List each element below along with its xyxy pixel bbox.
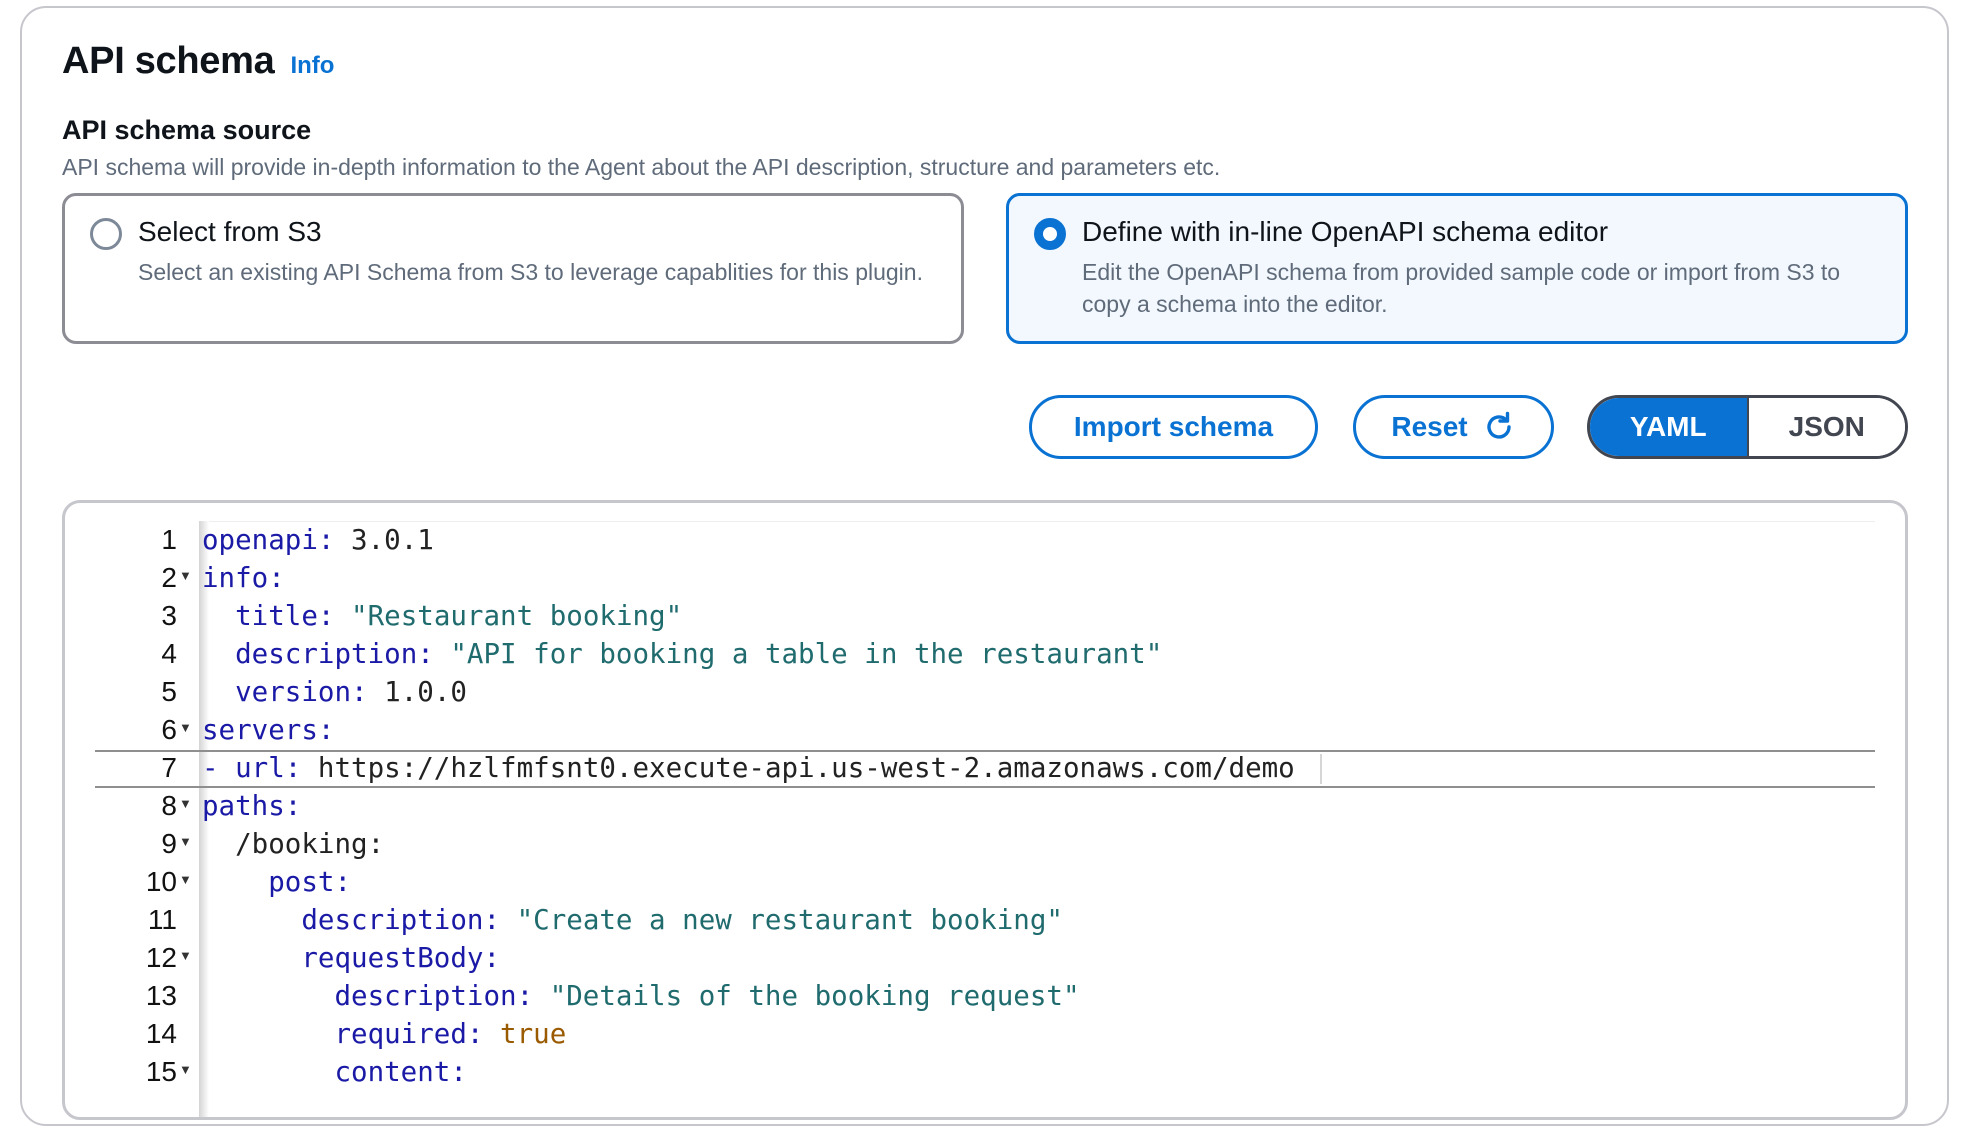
code-text: description: "Details of the booking req… [334, 980, 1080, 1012]
fold-toggle-icon[interactable]: ▼ [179, 939, 192, 973]
code-text: description: "API for booking a table in… [235, 638, 1163, 670]
option-label: Select from S3 [138, 216, 322, 247]
line-number: 15 [145, 1056, 177, 1087]
page-title: API schema [62, 40, 275, 82]
code-line[interactable]: 9 ▼ /booking: [65, 825, 1865, 863]
code-line[interactable]: 2 ▼ info: [65, 559, 1865, 597]
schema-source-description: API schema will provide in-depth informa… [62, 154, 1221, 180]
line-number: 5 [161, 676, 177, 707]
code-text: content: [334, 1056, 467, 1088]
line-number: 7 [161, 752, 177, 783]
line-number: 8 [161, 790, 177, 821]
option-inline-editor[interactable]: Define with in-line OpenAPI schema edito… [1006, 193, 1908, 344]
line-number: 6 [161, 714, 177, 745]
option-description: Edit the OpenAPI schema from provided sa… [1082, 259, 1841, 317]
option-description: Select an existing API Schema from S3 to… [138, 259, 923, 285]
code-text: openapi: 3.0.1 [202, 524, 434, 556]
radio-button-inline[interactable] [1034, 218, 1066, 250]
code-editor[interactable]: 1 openapi: 3.0.1 2 ▼ info: 3 title: "Restaura… [62, 500, 1908, 1120]
line-number: 10 [145, 866, 177, 897]
import-schema-button[interactable]: Import schema [1029, 395, 1318, 459]
info-link[interactable]: Info [290, 52, 334, 80]
code-line[interactable]: 10 ▼ post: [65, 863, 1865, 901]
option-label: Define with in-line OpenAPI schema edito… [1082, 216, 1609, 247]
fold-toggle-icon[interactable]: ▼ [179, 825, 192, 859]
code-text: description: "Create a new restaurant bo… [301, 904, 1063, 936]
fold-toggle-icon[interactable]: ▼ [179, 711, 192, 745]
code-text: info: [202, 562, 285, 594]
reset-label: Reset [1391, 411, 1468, 442]
code-text: paths: [202, 790, 302, 822]
code-text: post: [268, 866, 352, 898]
code-text: requestBody: [301, 942, 501, 974]
format-yaml-button[interactable]: YAML [1590, 398, 1747, 456]
schema-source-label: API schema source [62, 115, 312, 145]
panel-header: API schema Info [62, 40, 334, 83]
fold-toggle-icon[interactable]: ▼ [179, 787, 192, 821]
code-line[interactable]: 15 ▼ content: [65, 1053, 1865, 1091]
import-schema-label: Import schema [1073, 411, 1274, 442]
fold-toggle-icon[interactable]: ▼ [179, 1053, 192, 1087]
code-line[interactable]: 12 ▼ requestBody: [65, 939, 1865, 977]
refresh-icon [1486, 411, 1511, 439]
fold-toggle-icon[interactable]: ▼ [179, 863, 192, 897]
code-line[interactable]: 5 version: 1.0.0 [65, 673, 1865, 711]
code-line[interactable]: 8 ▼ paths: [65, 787, 1865, 825]
line-number: 4 [161, 638, 177, 669]
line-number: 12 [145, 942, 177, 973]
radio-button-s3[interactable] [90, 218, 122, 250]
code-text: - url: https://hzlfmfsnt0.execute-api.us… [202, 752, 1295, 784]
format-toggle: YAML JSON [1587, 395, 1908, 459]
code-line[interactable]: 14 required: true [65, 1015, 1865, 1053]
code-line[interactable]: 7 - url: https://hzlfmfsnt0.execute-api.u… [65, 749, 1865, 787]
code-text: /booking: [235, 828, 385, 860]
code-text: servers: [202, 714, 335, 746]
code-line[interactable]: 4 description: "API for booking a table … [65, 635, 1865, 673]
reset-button[interactable]: Reset [1353, 395, 1554, 459]
code-line[interactable]: 3 title: "Restaurant booking" [65, 597, 1865, 635]
option-select-from-s3[interactable]: Select from S3 Select an existing API Sc… [62, 193, 964, 344]
line-number: 3 [161, 600, 177, 631]
code-line[interactable]: 6 ▼ servers: [65, 711, 1865, 749]
line-number: 11 [147, 904, 177, 935]
line-number: 13 [145, 980, 177, 1011]
fold-toggle-icon[interactable]: ▼ [179, 559, 192, 593]
code-line[interactable]: 11 description: "Create a new restaurant… [65, 901, 1865, 939]
code-text: version: 1.0.0 [235, 676, 467, 708]
code-line[interactable]: 13 description: "Details of the booking … [65, 977, 1865, 1015]
line-number: 1 [161, 524, 177, 555]
code-text: required: true [334, 1018, 567, 1050]
line-number: 14 [145, 1018, 177, 1049]
text-cursor [1320, 754, 1322, 784]
code-line[interactable]: 1 openapi: 3.0.1 [65, 521, 1865, 559]
format-json-button[interactable]: JSON [1746, 398, 1905, 456]
code-text: title: "Restaurant booking" [235, 600, 683, 632]
line-number: 2 [161, 562, 177, 593]
line-number: 9 [161, 828, 177, 859]
